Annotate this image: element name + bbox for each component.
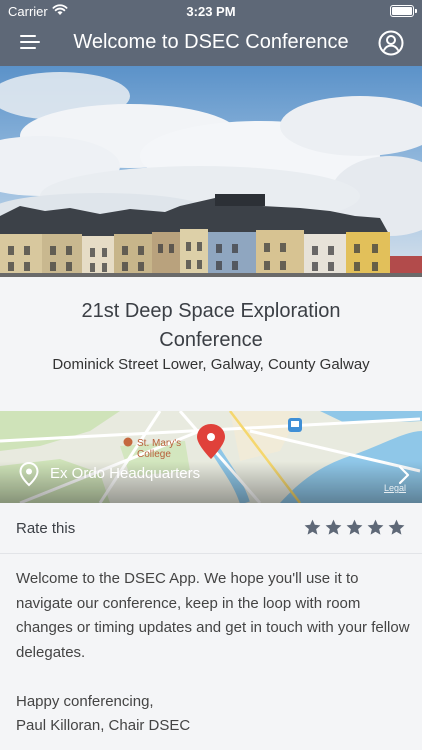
map-location-label: Ex Ordo Headquarters <box>50 465 201 482</box>
star-icon[interactable] <box>324 518 343 537</box>
event-title: 21st Deep Space Exploration Conference <box>81 300 341 351</box>
navigation-bar: Carrier 3:23 PM Welcome to DSEC Conferen… <box>0 0 422 66</box>
star-icon[interactable] <box>366 518 385 537</box>
sign-off-greeting: Happy conferencing, <box>16 692 154 710</box>
hamburger-menu-icon[interactable] <box>20 35 40 51</box>
sign-off-author: Paul Killoran, Chair DSEC <box>16 717 191 734</box>
star-icon[interactable] <box>387 518 406 537</box>
location-map[interactable]: St. Mary's College Ex Ordo Headquarters … <box>0 411 422 503</box>
chevron-right-icon[interactable] <box>398 465 410 485</box>
clock: 3:23 PM <box>186 4 236 19</box>
battery-icon <box>390 5 417 17</box>
event-address: Dominick Street Lower, Galway, County Ga… <box>52 356 370 373</box>
page-title: Welcome to DSEC Conference <box>73 31 349 53</box>
map-legal-link[interactable]: Legal <box>384 483 406 493</box>
welcome-message: Welcome to the DSEC App. We hope you'll … <box>16 567 410 739</box>
sign-off: Happy conferencing, Paul Killoran, Chair… <box>16 690 410 739</box>
map-poi-label: St. Mary's College <box>137 438 182 460</box>
location-pin-icon <box>19 461 39 487</box>
star-icon[interactable] <box>303 518 322 537</box>
status-bar: Carrier 3:23 PM <box>0 0 422 22</box>
event-header: 21st Deep Space Exploration Conference D… <box>0 277 422 411</box>
map-marker-icon <box>197 424 225 459</box>
welcome-paragraph: Welcome to the DSEC App. We hope you'll … <box>16 570 410 661</box>
star-icon[interactable] <box>345 518 364 537</box>
rating-label: Rate this <box>16 520 76 537</box>
rating-row: Rate this <box>0 503 422 554</box>
star-rating[interactable] <box>303 518 406 538</box>
user-circle-icon[interactable] <box>378 30 404 56</box>
conference-hero-image <box>0 66 422 277</box>
